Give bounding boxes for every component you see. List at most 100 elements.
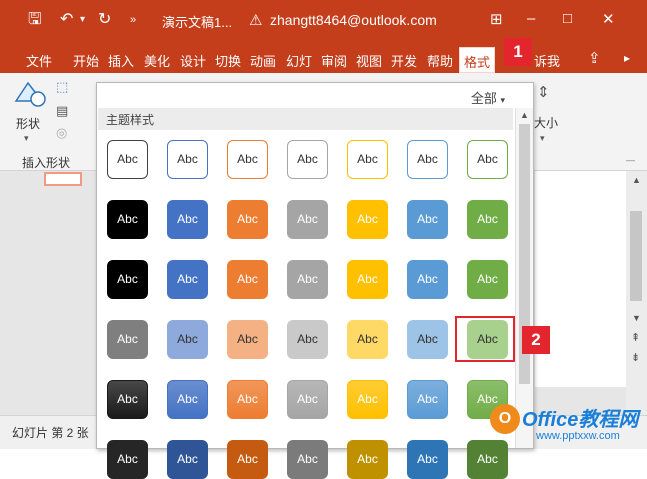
warning-icon: ⚠: [249, 12, 263, 29]
account-email[interactable]: zhangtt8464@outlook.com: [270, 12, 437, 28]
callout-step-2: 2: [522, 326, 550, 354]
style-swatch[interactable]: Abc: [107, 260, 148, 299]
tab-review[interactable]: 审阅: [321, 51, 347, 70]
shape-dropdown-icon[interactable]: ▾: [24, 133, 29, 144]
style-swatch[interactable]: Abc: [167, 320, 208, 359]
style-swatch[interactable]: Abc: [227, 440, 268, 479]
slide-counter: 幻灯片 第 2 张: [12, 426, 89, 440]
undo-dropdown-icon[interactable]: ▾: [80, 10, 85, 30]
redo-icon[interactable]: ↻: [98, 10, 111, 30]
slide-thumbnail[interactable]: [44, 172, 82, 186]
tab-format[interactable]: 格式: [459, 47, 496, 73]
style-swatch[interactable]: Abc: [287, 200, 328, 239]
tab-home[interactable]: 开始: [73, 51, 99, 70]
style-swatch[interactable]: Abc: [167, 140, 208, 179]
gallery-filter[interactable]: 全部 ▾: [471, 88, 505, 107]
shape-icon: [14, 81, 46, 107]
vertical-scrollbar[interactable]: ▲ ▼ ⇞ ⇟: [626, 171, 647, 415]
tab-slideshow[interactable]: 幻灯: [286, 51, 312, 70]
minimize-icon[interactable]: –: [527, 10, 535, 27]
undo-icon[interactable]: ↶: [60, 10, 73, 30]
tab-view[interactable]: 视图: [356, 51, 382, 70]
style-swatch[interactable]: Abc: [467, 260, 508, 299]
style-swatch[interactable]: Abc: [467, 140, 508, 179]
style-swatch[interactable]: Abc: [347, 140, 388, 179]
style-swatch[interactable]: Abc: [227, 260, 268, 299]
style-swatch[interactable]: Abc: [347, 380, 388, 419]
selected-style-highlight: [455, 316, 515, 362]
customize-icon[interactable]: »: [130, 10, 136, 30]
window-title: 演示文稿1...: [162, 15, 233, 30]
slide-thumbnail-pane: [0, 171, 96, 415]
edit-shape-icon[interactable]: ⬚: [56, 79, 68, 95]
style-swatch[interactable]: Abc: [287, 260, 328, 299]
gallery-scrollbar[interactable]: ▲: [515, 108, 533, 448]
text-box-icon[interactable]: ▤: [56, 103, 68, 119]
style-swatch[interactable]: Abc: [107, 380, 148, 419]
style-swatch[interactable]: Abc: [407, 380, 448, 419]
tab-developer[interactable]: 开发: [391, 51, 417, 70]
style-swatch[interactable]: Abc: [227, 380, 268, 419]
collapse-ribbon-icon[interactable]: —: [626, 155, 635, 165]
size-icon[interactable]: ⇕: [537, 83, 550, 101]
style-swatch[interactable]: Abc: [407, 320, 448, 359]
style-swatch[interactable]: Abc: [407, 440, 448, 479]
scroll-up-icon[interactable]: ▲: [632, 175, 641, 185]
style-swatch[interactable]: Abc: [227, 320, 268, 359]
gallery-filter-label: 全部: [470, 91, 497, 106]
watermark-logo: O: [490, 404, 520, 434]
shape-button[interactable]: 形状: [16, 115, 40, 132]
style-swatch[interactable]: Abc: [347, 320, 388, 359]
style-swatch[interactable]: Abc: [407, 260, 448, 299]
size-button[interactable]: 大小: [534, 114, 558, 131]
style-swatch[interactable]: Abc: [107, 200, 148, 239]
style-swatch[interactable]: Abc: [347, 260, 388, 299]
tab-insert[interactable]: 插入: [108, 51, 134, 70]
gallery-section-heading: 主题样式: [98, 108, 513, 130]
tab-file[interactable]: 文件: [26, 51, 52, 70]
save-icon[interactable]: 🖫: [28, 10, 42, 30]
tab-transitions[interactable]: 切换: [215, 51, 241, 70]
style-swatch[interactable]: Abc: [287, 380, 328, 419]
style-swatch[interactable]: Abc: [227, 140, 268, 179]
maximize-icon[interactable]: □: [563, 10, 572, 27]
style-swatch[interactable]: Abc: [287, 140, 328, 179]
style-swatch[interactable]: Abc: [167, 440, 208, 479]
size-dropdown-icon[interactable]: ▾: [540, 133, 545, 144]
tab-animations[interactable]: 动画: [250, 51, 276, 70]
callout-step-1: 1: [504, 38, 532, 66]
scroll-down-icon[interactable]: ▼: [632, 313, 641, 323]
style-swatch[interactable]: Abc: [167, 260, 208, 299]
style-swatch[interactable]: Abc: [167, 200, 208, 239]
shape-style-gallery: 全部 ▾ 主题样式 ▲ Abc Abc Abc Abc Abc Abc Abc Abc Abc A…: [96, 82, 534, 479]
style-swatch[interactable]: Abc: [347, 440, 388, 479]
style-swatch[interactable]: Abc: [287, 440, 328, 479]
style-swatch[interactable]: Abc: [287, 320, 328, 359]
tab-design[interactable]: 设计: [180, 51, 206, 70]
style-swatch[interactable]: Abc: [107, 440, 148, 479]
tab-help[interactable]: 帮助: [427, 51, 453, 70]
watermark-url: www.pptxxw.com: [536, 430, 620, 442]
style-swatch[interactable]: Abc: [167, 380, 208, 419]
ribbon-tabs: 文件 开始 插入 美化 设计 切换 动画 幻灯 审阅 视图 开发 帮助 格式 诉…: [0, 44, 647, 73]
slide-canvas[interactable]: [535, 171, 626, 387]
gallery-scroll-up-icon[interactable]: ▲: [520, 110, 529, 120]
close-icon[interactable]: ✕: [602, 10, 615, 28]
style-swatch[interactable]: Abc: [407, 140, 448, 179]
style-swatch[interactable]: Abc: [227, 200, 268, 239]
previous-slide-icon[interactable]: ⇞: [631, 331, 640, 344]
next-slide-icon[interactable]: ⇟: [631, 351, 640, 364]
site-watermark: O Office教程网 www.pptxxw.com: [490, 402, 645, 448]
tab-tell-me[interactable]: 诉我: [534, 51, 560, 70]
tab-beautify[interactable]: 美化: [144, 51, 170, 70]
style-swatch[interactable]: Abc: [107, 320, 148, 359]
group-insert-shapes: 插入形状: [22, 156, 71, 170]
style-swatch[interactable]: Abc: [347, 200, 388, 239]
ribbon-display-icon[interactable]: ⊞: [490, 10, 503, 28]
style-swatch[interactable]: Abc: [107, 140, 148, 179]
style-swatch[interactable]: Abc: [467, 200, 508, 239]
more-icon[interactable]: ▸: [624, 51, 630, 65]
style-swatch[interactable]: Abc: [407, 200, 448, 239]
share-icon[interactable]: ⇪: [588, 49, 601, 67]
scroll-thumb[interactable]: [630, 211, 642, 301]
